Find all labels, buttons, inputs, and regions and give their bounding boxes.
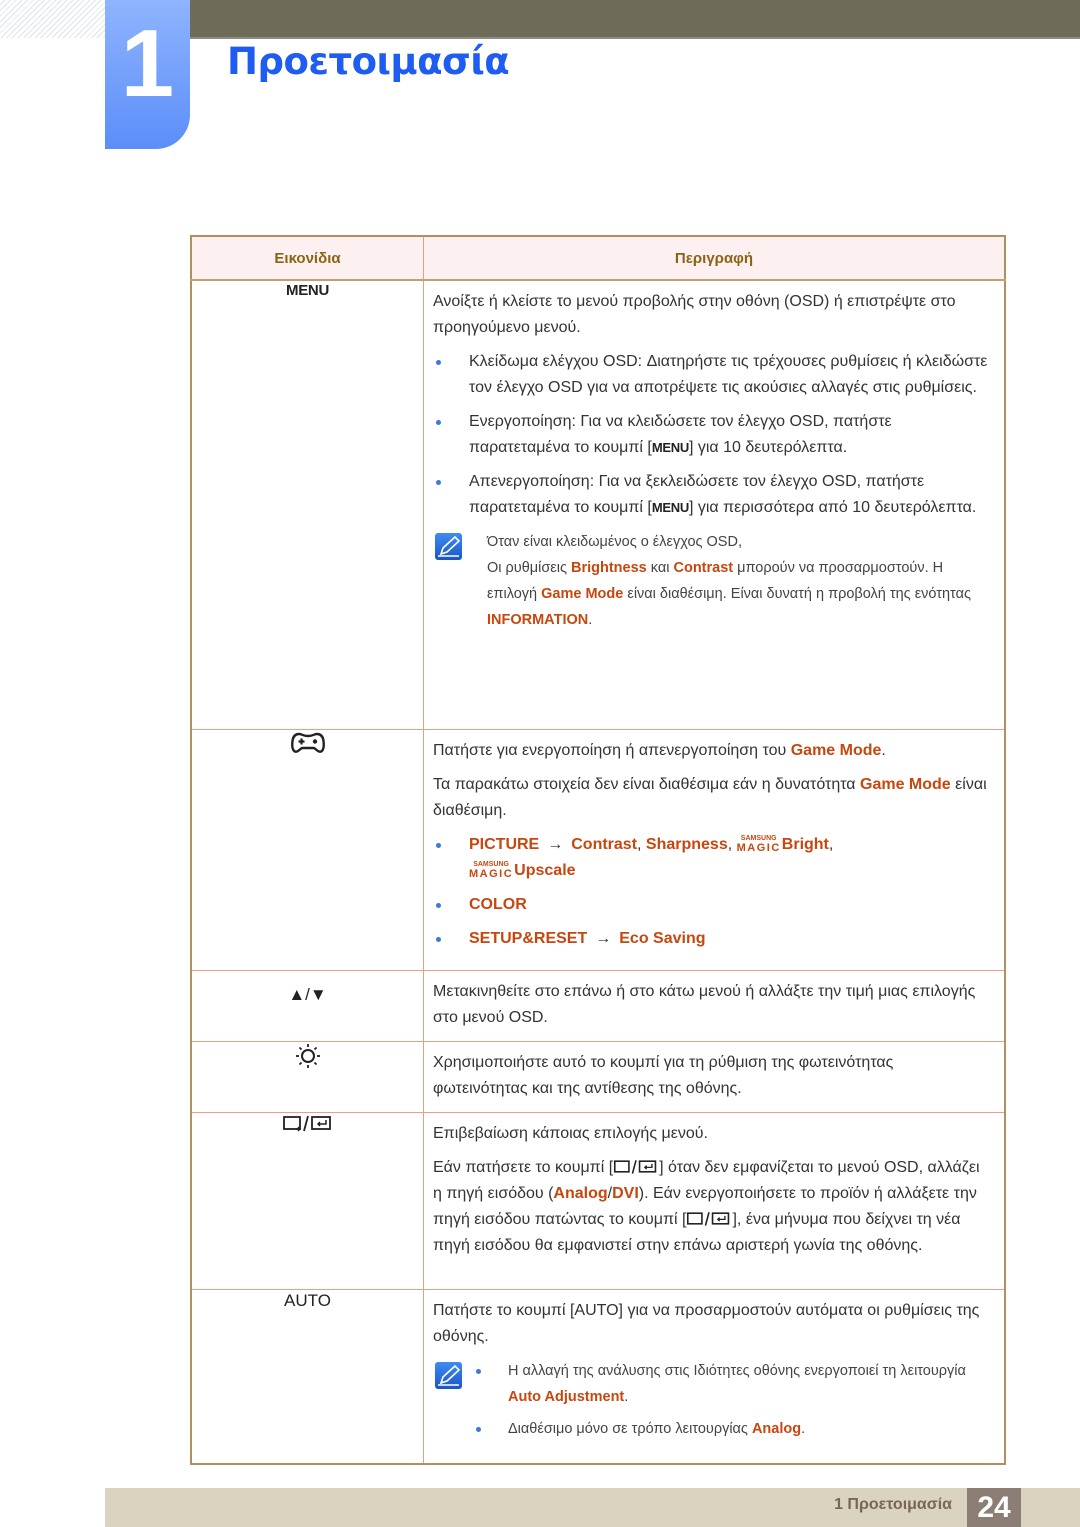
table-row-game-mode: Πατήστε για ενεργοποίηση ή απενεργοποίησ… bbox=[190, 728, 1006, 971]
game-mode-link: Game Mode bbox=[860, 775, 951, 793]
brightness-sun-icon bbox=[295, 1043, 320, 1068]
description-cell: Χρησιμοποιήστε αυτό το κουμπί για τη ρύθ… bbox=[423, 1040, 1006, 1113]
header-icons: Εικονίδια bbox=[190, 235, 424, 281]
table-row-brightness: Χρησιμοποιήστε αυτό το κουμπί για τη ρύθ… bbox=[190, 1040, 1006, 1113]
gamepad-icon bbox=[290, 732, 325, 753]
menu-key-inline: MENU bbox=[651, 500, 689, 515]
magic-bright-item: Bright bbox=[781, 835, 829, 853]
samsung-magic-logo: SAMSUNG MAGIC bbox=[736, 834, 781, 854]
analog-link: Analog bbox=[751, 1420, 802, 1437]
list-item: SETUP&RESET → Eco Saving bbox=[433, 926, 992, 952]
game-mode-link: Game Mode bbox=[541, 586, 624, 602]
footer-chapter-label: 1 Προετοιμασία bbox=[834, 1496, 952, 1513]
table-row-up-down: ▲/▼ Μετακινηθείτε στο επάνω ή στο κάτω μ… bbox=[190, 969, 1006, 1042]
table-row-source-enter: Επιβεβαίωση κάποιας επιλογής μενού. Εάν … bbox=[190, 1111, 1006, 1290]
list-item: Ενεργοποίηση: Για να κλειδώσετε τον έλεγ… bbox=[433, 409, 992, 461]
menu-intro: Ανοίξτε ή κλείστε το μενού προβολής στην… bbox=[433, 293, 956, 336]
chapter-tab: 1 bbox=[105, 0, 190, 149]
auto-key-label: AUTO bbox=[284, 1290, 331, 1310]
contrast-item: Contrast bbox=[571, 835, 638, 853]
magic-upscale-item: Upscale bbox=[514, 861, 576, 879]
header-hatch-pattern bbox=[0, 0, 105, 38]
description-cell: Επιβεβαίωση κάποιας επιλογής μενού. Εάν … bbox=[423, 1111, 1006, 1290]
note-box: Όταν είναι κλειδωμένος ο έλεγχος OSD, Οι… bbox=[433, 529, 992, 633]
icon-cell bbox=[190, 1040, 424, 1113]
icon-cell: AUTO bbox=[190, 1288, 424, 1465]
table-header-row: Εικονίδια Περιγραφή bbox=[190, 235, 1006, 281]
description-cell: Πατήστε το κουμπί [AUTO] για να προσαρμο… bbox=[423, 1288, 1006, 1465]
picture-menu: PICTURE bbox=[469, 835, 540, 853]
menu-key-label: MENU bbox=[286, 282, 329, 299]
description-cell: Μετακινηθείτε στο επάνω ή στο κάτω μενού… bbox=[423, 969, 1006, 1042]
chapter-title: Προετοιμασία bbox=[227, 40, 510, 83]
list-item: COLOR bbox=[433, 892, 992, 918]
menu-key-inline: MENU bbox=[651, 440, 689, 455]
menu-bullet-list: Κλείδωμα ελέγχου OSD: Διατηρήστε τις τρέ… bbox=[433, 349, 992, 521]
samsung-magic-logo: SAMSUNG MAGIC bbox=[469, 860, 514, 880]
auto-note-list: Η αλλαγή της ανάλυσης στις Ιδιότητες οθό… bbox=[473, 1358, 992, 1448]
analog-link: Analog bbox=[553, 1184, 608, 1202]
source-enter-icon bbox=[614, 1159, 657, 1174]
table-row-menu: MENU Ανοίξτε ή κλείστε το μενού προβολής… bbox=[190, 279, 1006, 730]
icon-cell bbox=[190, 728, 424, 971]
footer-bar: 1 Προετοιμασία bbox=[105, 1488, 1080, 1527]
list-item: Διαθέσιμο μόνο σε τρόπο λειτουργίας Anal… bbox=[473, 1416, 992, 1442]
contrast-link: Contrast bbox=[673, 560, 734, 576]
note-box: Η αλλαγή της ανάλυσης στις Ιδιότητες οθό… bbox=[433, 1358, 992, 1448]
header-bar bbox=[190, 0, 1080, 39]
icon-cell: ▲/▼ bbox=[190, 969, 424, 1042]
header-description: Περιγραφή bbox=[423, 235, 1006, 281]
brightness-link: Brightness bbox=[571, 560, 647, 576]
note-pencil-icon bbox=[435, 1361, 462, 1389]
color-menu: COLOR bbox=[469, 895, 527, 913]
chapter-number: 1 bbox=[120, 10, 175, 117]
eco-saving-item: Eco Saving bbox=[619, 929, 706, 947]
icon-cell: MENU bbox=[190, 279, 424, 730]
note-pencil-icon bbox=[435, 533, 462, 560]
list-item: PICTURE → Contrast, Sharpness, SAMSUNG MAGI… bbox=[433, 832, 992, 884]
list-item: Απενεργοποίηση: Για να ξεκλειδώσετε τον … bbox=[433, 469, 992, 521]
arrow: → bbox=[547, 835, 564, 853]
note-text: Όταν είναι κλειδωμένος ο έλεγχος OSD, Οι… bbox=[487, 534, 971, 628]
list-item: Η αλλαγή της ανάλυσης στις Ιδιότητες οθό… bbox=[473, 1358, 992, 1410]
source-enter-icon bbox=[687, 1211, 730, 1226]
setup-reset-menu: SETUP&RESET bbox=[469, 929, 588, 947]
sharpness-item: Sharpness bbox=[645, 835, 728, 853]
up-down-arrows-icon: ▲/▼ bbox=[288, 984, 327, 1004]
unavailable-items-list: PICTURE → Contrast, Sharpness, SAMSUNG MAGI… bbox=[433, 832, 992, 952]
description-cell: Ανοίξτε ή κλείστε το μενού προβολής στην… bbox=[423, 279, 1006, 730]
game-mode-link: Game Mode bbox=[790, 741, 882, 759]
auto-adjustment-link: Auto Adjustment bbox=[508, 1388, 625, 1405]
dvi-link: DVI bbox=[612, 1184, 639, 1202]
table-row-auto: AUTO Πατήστε το κουμπί [AUTO] για να προ… bbox=[190, 1288, 1006, 1465]
list-item: Κλείδωμα ελέγχου OSD: Διατηρήστε τις τρέ… bbox=[433, 349, 992, 401]
information-link: INFORMATION bbox=[487, 612, 589, 628]
source-enter-icon bbox=[282, 1115, 331, 1131]
icon-cell bbox=[190, 1111, 424, 1290]
buttons-table: Εικονίδια Περιγραφή MENU Ανοίξτε ή κλείσ… bbox=[190, 235, 1006, 1465]
page-number: 24 bbox=[967, 1488, 1021, 1527]
description-cell: Πατήστε για ενεργοποίηση ή απενεργοποίησ… bbox=[423, 728, 1006, 971]
